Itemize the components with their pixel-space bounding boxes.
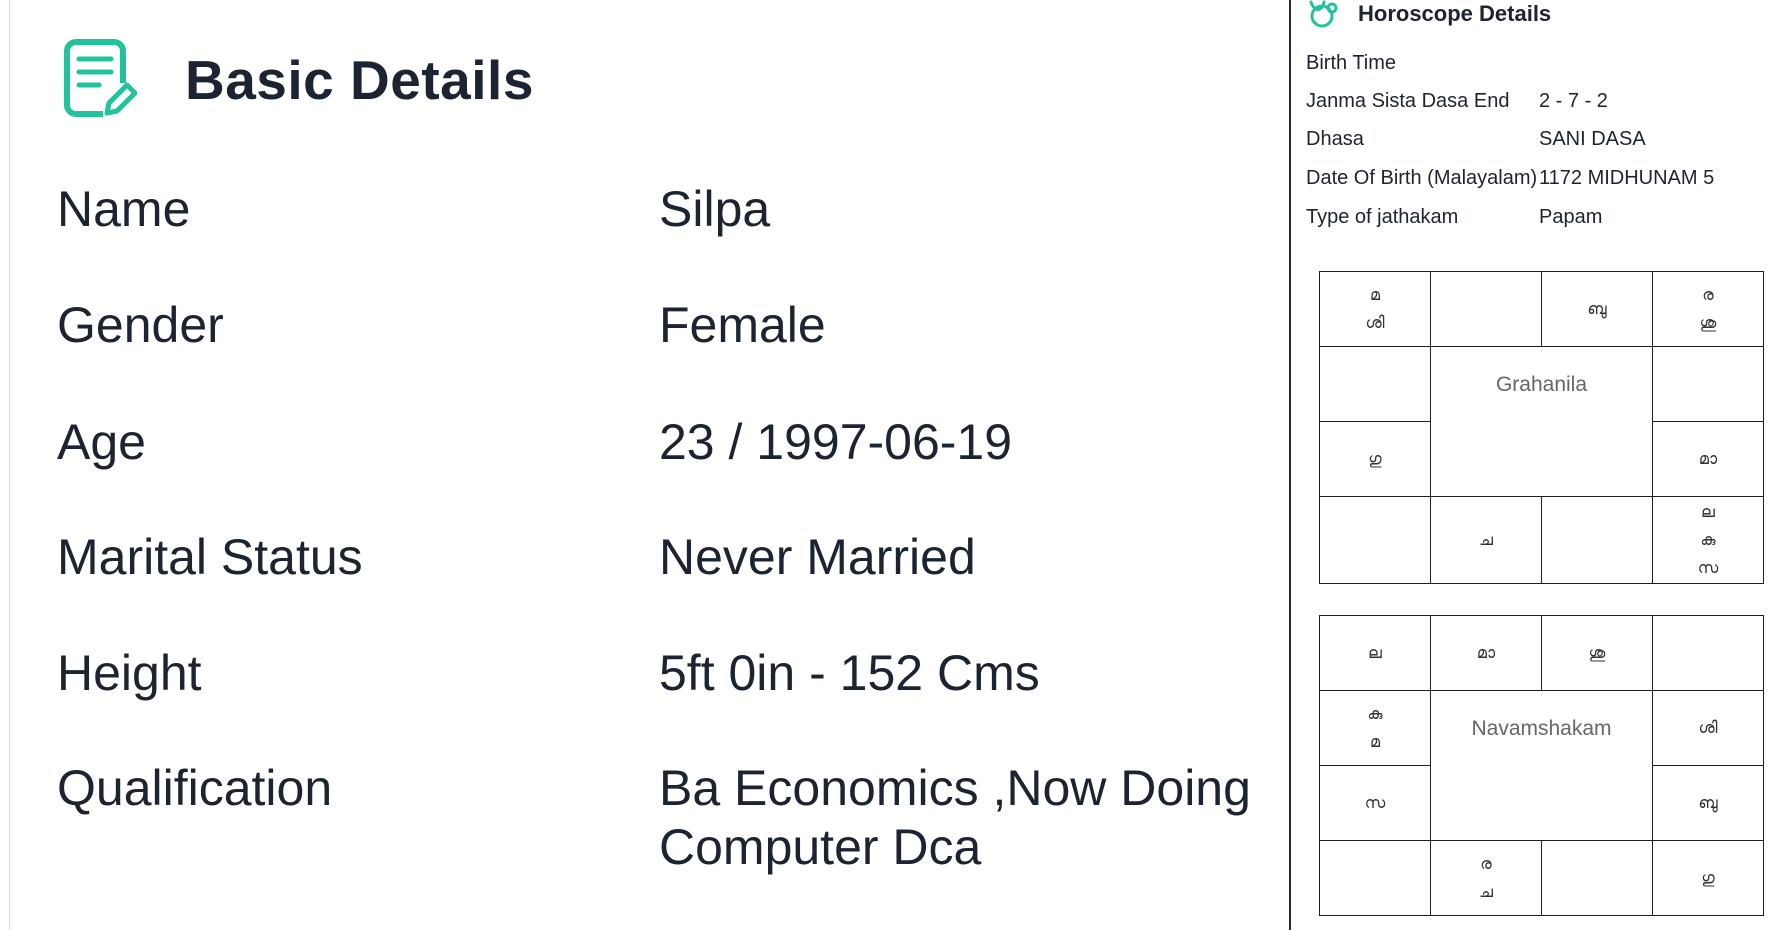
form-edit-icon bbox=[64, 39, 137, 117]
panel-divider bbox=[1289, 0, 1291, 930]
chart-house-cell: മാ bbox=[1430, 615, 1542, 691]
navamshakam-chart: ല മാ ശു കു മ സ ശി ബു ര ച ഗു Navamshakam bbox=[1319, 615, 1764, 916]
chart-house-cell: മ ശി bbox=[1319, 271, 1431, 347]
chart-house-cell: ല കു സ bbox=[1652, 496, 1764, 584]
horoscope-header bbox=[1308, 0, 1340, 28]
detail-label: Gender bbox=[57, 297, 224, 353]
planet-symbol: ശി bbox=[1698, 718, 1718, 737]
planet-symbol: ര bbox=[1702, 285, 1714, 304]
horoscope-label: Date Of Birth (Malayalam) bbox=[1306, 167, 1538, 189]
planet-symbol: ച bbox=[1479, 530, 1493, 549]
detail-value: 23 / 1997-06-19 bbox=[659, 414, 1013, 470]
horoscope-title: Horoscope Details bbox=[1358, 1, 1552, 26]
chart-house-cell bbox=[1541, 840, 1653, 916]
planet-symbol: ശു bbox=[1699, 313, 1717, 332]
chart-house-cell bbox=[1319, 346, 1431, 422]
chart-house-cell: രച bbox=[1430, 840, 1542, 916]
horoscope-value: SANI DASA bbox=[1539, 128, 1646, 150]
chart-house-cell bbox=[1319, 496, 1431, 584]
planet-symbol: സ bbox=[1364, 793, 1386, 812]
detail-label: Name bbox=[57, 181, 191, 237]
planet-symbol: ഗു bbox=[1368, 449, 1382, 468]
chart-house-cell: സ bbox=[1319, 765, 1431, 841]
detail-label: Height bbox=[57, 645, 202, 701]
planet-symbol: ശു bbox=[1588, 643, 1606, 662]
grahanila-chart: മ ശി ബു ര ശു ഗു മാ ച ല കു സ Grahanila bbox=[1319, 271, 1764, 584]
planet-symbol: ബു bbox=[1698, 793, 1718, 812]
chart-house-cell bbox=[1319, 840, 1431, 916]
detail-value: Ba Economics ,Now Doing Computer Dca bbox=[659, 760, 1251, 875]
planet-symbol: ബു bbox=[1587, 299, 1607, 318]
panel-left-border bbox=[9, 0, 10, 930]
planet-symbol: മാ bbox=[1476, 643, 1496, 662]
planet-symbol: സ bbox=[1697, 558, 1719, 577]
detail-value: 5ft 0in - 152 Cms bbox=[659, 645, 1040, 701]
horoscope-label: Birth Time bbox=[1306, 52, 1397, 74]
chart-house-cell: ഗു bbox=[1319, 421, 1431, 497]
planet-symbol: മാ bbox=[1698, 449, 1718, 468]
planet-symbol: ഗു bbox=[1701, 868, 1715, 887]
chart-house-cell bbox=[1430, 271, 1542, 347]
detail-value: Female bbox=[659, 297, 826, 353]
horoscope-row: Dhasa SANI DASA bbox=[1306, 128, 1766, 156]
detail-label: Qualification bbox=[57, 760, 333, 816]
horoscope-row: Date Of Birth (Malayalam) 1172 MIDHUNAM … bbox=[1306, 167, 1766, 195]
planet-symbol: ശി bbox=[1365, 313, 1385, 332]
detail-value: Never Married bbox=[659, 529, 976, 585]
horoscope-row: Birth Time bbox=[1306, 52, 1766, 80]
planet-symbol: മ bbox=[1369, 732, 1381, 751]
chart-house-cell bbox=[1652, 615, 1764, 691]
horoscope-value: Papam bbox=[1539, 206, 1603, 228]
chart-center-label: Grahanila bbox=[1430, 346, 1653, 497]
horoscope-label: Type of jathakam bbox=[1306, 206, 1459, 228]
planet-symbol: ല bbox=[1701, 502, 1715, 521]
chart-house-cell bbox=[1652, 346, 1764, 422]
horoscope-label: Dhasa bbox=[1306, 128, 1364, 150]
chart-house-cell: മാ bbox=[1652, 421, 1764, 497]
horoscope-label: Janma Sista Dasa End bbox=[1306, 90, 1510, 112]
planet-symbol: മ bbox=[1369, 285, 1381, 304]
detail-label: Marital Status bbox=[57, 529, 363, 585]
horoscope-row: Type of jathakam Papam bbox=[1306, 206, 1766, 234]
horoscope-value: 2 - 7 - 2 bbox=[1539, 90, 1608, 112]
horoscope-row: Janma Sista Dasa End 2 - 7 - 2 bbox=[1306, 90, 1766, 118]
chart-house-cell: ച bbox=[1430, 496, 1542, 584]
planet-symbol: കു bbox=[1700, 530, 1716, 549]
chart-house-cell: ബു bbox=[1652, 765, 1764, 841]
chart-house-cell: ശി bbox=[1652, 690, 1764, 766]
planet-symbol: കു bbox=[1367, 704, 1383, 723]
planet-symbol: ച bbox=[1479, 882, 1493, 901]
chart-house-cell: ബു bbox=[1541, 271, 1653, 347]
planet-symbol: ര bbox=[1480, 854, 1492, 873]
detail-value: Silpa bbox=[659, 181, 771, 237]
horoscope-icon bbox=[1309, 0, 1338, 28]
chart-house-cell: ഗു bbox=[1652, 840, 1764, 916]
chart-center-label: Navamshakam bbox=[1430, 690, 1653, 841]
basic-details-header bbox=[63, 34, 137, 124]
chart-house-cell: ല bbox=[1319, 615, 1431, 691]
chart-house-cell: ശു bbox=[1541, 615, 1653, 691]
planet-symbol: ല bbox=[1368, 643, 1382, 662]
chart-house-cell: ര ശു bbox=[1652, 271, 1764, 347]
chart-house-cell bbox=[1541, 496, 1653, 584]
basic-details-title: Basic Details bbox=[185, 49, 534, 111]
chart-house-cell: കു മ bbox=[1319, 690, 1431, 766]
horoscope-value: 1172 MIDHUNAM 5 bbox=[1539, 167, 1715, 189]
detail-label: Age bbox=[57, 414, 146, 470]
